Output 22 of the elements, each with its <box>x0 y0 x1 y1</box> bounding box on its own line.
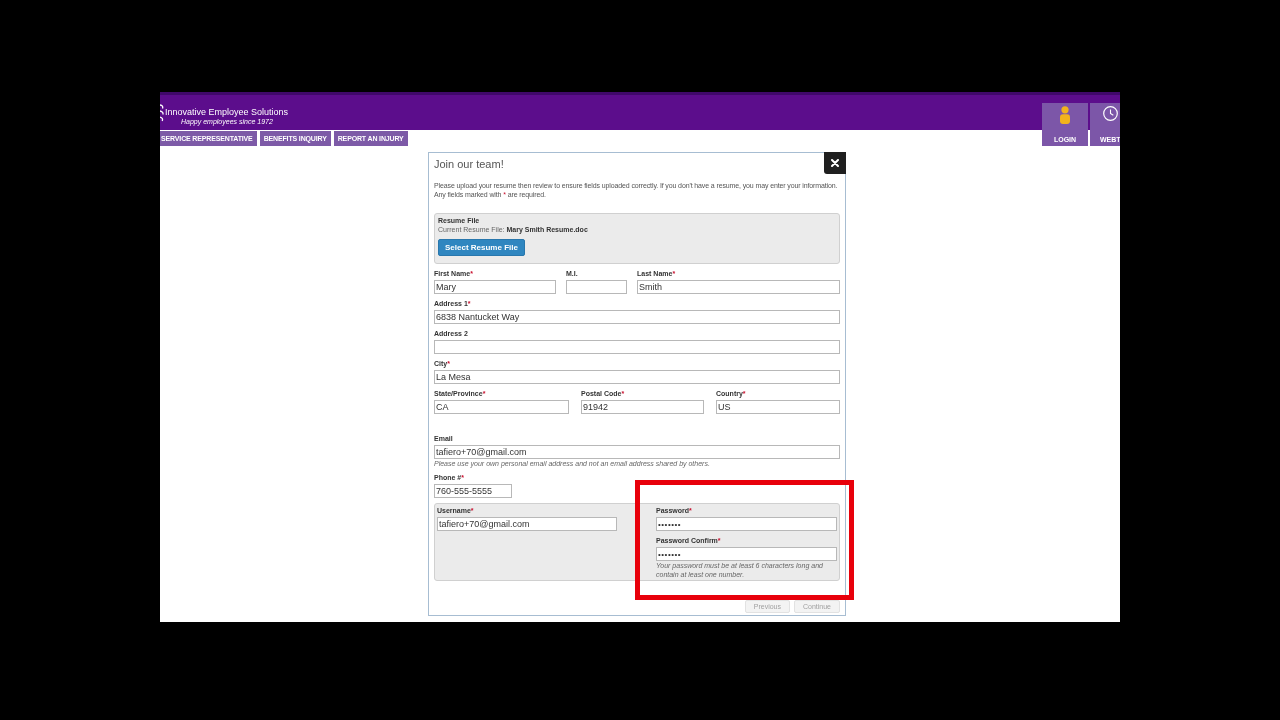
person-icon <box>1059 106 1071 124</box>
text-field[interactable]: US <box>716 400 840 414</box>
clock-icon <box>1103 106 1118 121</box>
text-field[interactable]: ••••••• <box>656 517 837 531</box>
text-field[interactable]: tafiero+70@gmail.com <box>437 517 617 531</box>
text-field[interactable]: 760-555-5555 <box>434 484 512 498</box>
text-field[interactable]: La Mesa <box>434 370 840 384</box>
text-field[interactable]: 91942 <box>581 400 704 414</box>
text-field[interactable] <box>434 340 840 354</box>
text-field[interactable]: 6838 Nantucket Way <box>434 310 840 324</box>
select-file-button[interactable]: Select Resume File <box>438 239 525 256</box>
logo-icon <box>160 104 164 122</box>
text-field[interactable]: ••••••• <box>656 547 837 561</box>
brand-name: Innovative Employee Solutions <box>165 107 289 117</box>
close-icon <box>831 159 839 167</box>
text-field[interactable] <box>566 280 627 294</box>
text-field[interactable]: tafiero+70@gmail.com <box>434 445 840 459</box>
text-field[interactable]: CA <box>434 400 569 414</box>
text-field[interactable]: Mary <box>434 280 556 294</box>
dialog-title: Join our team! <box>434 158 504 171</box>
close-button[interactable] <box>824 152 846 174</box>
text-field[interactable]: Smith <box>637 280 840 294</box>
